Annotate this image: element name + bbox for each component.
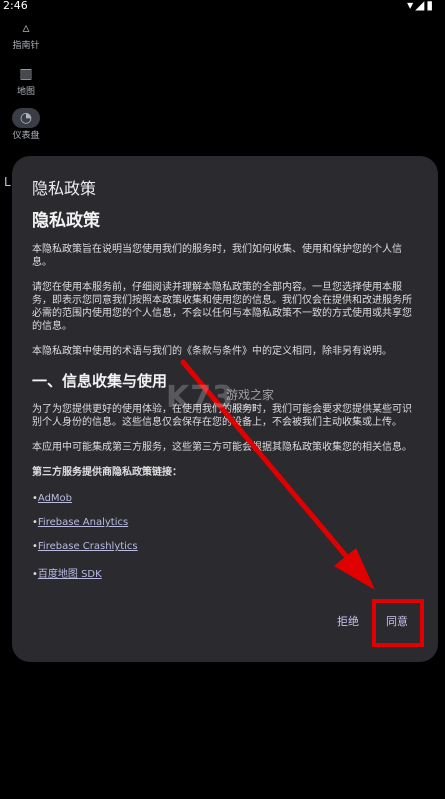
link-item: •百度地图 SDK: [32, 569, 102, 580]
status-time: 2:46: [3, 0, 28, 12]
link-admob[interactable]: AdMob: [38, 493, 72, 504]
link-item: •AdMob: [32, 493, 73, 504]
compass-icon: ▵: [22, 20, 30, 36]
nav-item-label: 仪表盘: [12, 131, 40, 141]
background-peek-text: L: [4, 175, 11, 189]
nav-item-label: 地图: [16, 87, 35, 97]
watermark-logo: K73: [166, 380, 234, 415]
policy-paragraph: 请您在使用本服务前，仔细阅读并理解本隐私政策的全部内容。一旦您选择使用本服务，即…: [32, 282, 412, 332]
dashboard-icon: ◔: [12, 108, 40, 128]
nav-item-dashboard[interactable]: ◔ 仪表盘: [0, 106, 52, 141]
policy-paragraph: 本隐私政策中使用的术语与我们的《条款与条件》中的定义相同，除非另有说明。: [32, 346, 392, 357]
map-icon: ▥: [19, 66, 33, 82]
policy-paragraph: 本应用中可能集成第三方服务，这些第三方可能会根据其隐私政策收集您的相关信息。: [32, 442, 412, 453]
status-bar: 2:46 ▾◢▮: [0, 0, 445, 14]
watermark-name: 游戏之家: [226, 388, 275, 402]
status-icons: ▾◢▮: [407, 0, 435, 12]
link-baidu-map-sdk[interactable]: 百度地图 SDK: [38, 569, 102, 580]
link-firebase-crashlytics[interactable]: Firebase Crashlytics: [38, 541, 138, 552]
watermark-url: .com: [231, 402, 256, 413]
reject-button[interactable]: 拒绝: [337, 613, 359, 629]
nav-item-map[interactable]: ▥ 地图: [0, 62, 52, 97]
agree-highlight-box: [372, 599, 424, 647]
policy-paragraph: 本隐私政策旨在说明当您使用我们的服务时，我们如何收集、使用和保护您的个人信息。: [32, 244, 402, 268]
nav-item-label: 指南针: [12, 41, 40, 51]
link-item: •Firebase Crashlytics: [32, 541, 138, 552]
dialog-title: 隐私政策: [32, 179, 97, 198]
nav-item-compass[interactable]: ▵ 指南针: [0, 16, 52, 51]
policy-heading: 隐私政策: [32, 211, 100, 231]
third-party-heading: 第三方服务提供商隐私政策链接：: [32, 467, 182, 478]
link-firebase-analytics[interactable]: Firebase Analytics: [38, 517, 128, 528]
link-item: •Firebase Analytics: [32, 517, 129, 528]
